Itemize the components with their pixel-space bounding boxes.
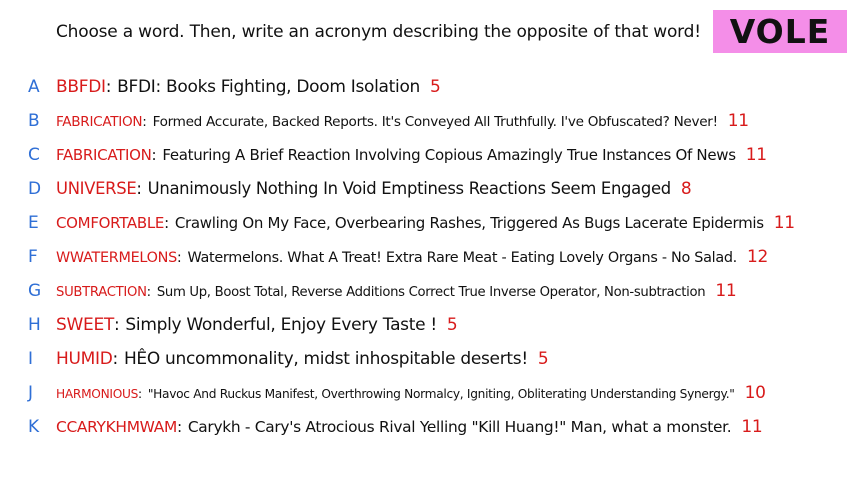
- entry-letter: K: [28, 417, 40, 437]
- entry-acronym: Carykh - Cary's Atrocious Rival Yelling …: [187, 418, 732, 436]
- entry-letter: I: [28, 349, 34, 369]
- entry-score: 8: [680, 179, 692, 199]
- entry-content: UNIVERSE: Unanimously Nothing In Void Emp…: [56, 179, 692, 199]
- entry-letter: D: [28, 179, 42, 199]
- entry-letter: J: [28, 383, 34, 403]
- entry-colon: :: [151, 146, 157, 164]
- entry-e: E COMFORTABLE: Crawling On My Face, Overb…: [0, 206, 853, 240]
- entry-content: FABRICATION: Formed Accurate, Backed Repo…: [56, 111, 749, 131]
- entry-word: CCARYKHMWAM: [56, 418, 177, 436]
- entry-letter: A: [28, 77, 40, 97]
- entry-acronym: "Havoc And Ruckus Manifest, Overthrowing…: [147, 387, 735, 401]
- entry-letter: E: [28, 213, 39, 233]
- entry-d: D UNIVERSE: Unanimously Nothing In Void E…: [0, 172, 853, 206]
- entry-acronym: Simply Wonderful, Enjoy Every Taste !: [125, 315, 437, 335]
- prompt-text: Choose a word. Then, write an acronym de…: [56, 22, 701, 42]
- entry-acronym: Featuring A Brief Reaction Involving Cop…: [162, 146, 736, 164]
- entry-content: HARMONIOUS: "Havoc And Ruckus Manifest, O…: [56, 383, 766, 403]
- entry-letter: G: [28, 281, 42, 301]
- entry-word: BBFDI: [56, 77, 106, 97]
- entry-score: 12: [746, 247, 768, 267]
- entry-b: B FABRICATION: Formed Accurate, Backed Re…: [0, 104, 853, 138]
- entry-colon: :: [176, 250, 182, 266]
- entry-letter: C: [28, 145, 40, 165]
- entry-score: 10: [744, 383, 766, 403]
- entry-content: BBFDI: BFDI: Books Fighting, Doom Isolati…: [56, 77, 441, 97]
- entry-content: CCARYKHMWAM: Carykh - Cary's Atrocious Ri…: [56, 417, 763, 437]
- entry-acronym: Formed Accurate, Backed Reports. It's Co…: [152, 114, 718, 130]
- entry-score: 5: [430, 77, 441, 97]
- entry-acronym: Watermelons. What A Treat! Extra Rare Me…: [187, 250, 737, 266]
- entry-word: FABRICATION: [56, 114, 143, 130]
- entry-score: 11: [715, 281, 737, 301]
- entry-word: WWATERMELONS: [56, 250, 177, 266]
- entry-f: F WWATERMELONS: Watermelons. What A Treat…: [0, 240, 853, 274]
- entry-content: FABRICATION: Featuring A Brief Reaction I…: [56, 145, 767, 165]
- entry-j: J HARMONIOUS: "Havoc And Ruckus Manifest,…: [0, 376, 853, 410]
- entry-score: 11: [773, 213, 795, 233]
- entry-word: SUBTRACTION: [56, 285, 147, 300]
- entry-score: 5: [446, 315, 458, 335]
- entry-acronym: BFDI: Books Fighting, Doom Isolation: [117, 77, 421, 97]
- entry-colon: :: [112, 349, 119, 369]
- entry-h: H SWEET: Simply Wonderful, Enjoy Every Ta…: [0, 308, 853, 342]
- entry-c: C FABRICATION: Featuring A Brief Reaction…: [0, 138, 853, 172]
- entry-colon: :: [113, 315, 120, 335]
- entry-colon: :: [105, 77, 112, 97]
- entry-k: K CCARYKHMWAM: Carykh - Cary's Atrocious …: [0, 410, 853, 444]
- entry-word: HUMID: [56, 349, 113, 369]
- entry-i: I HUMID: HÊO uncommonality, midst inhospi…: [0, 342, 853, 376]
- entry-word: HARMONIOUS: [56, 387, 139, 401]
- entry-letter: B: [28, 111, 40, 131]
- entry-score: 5: [537, 349, 549, 369]
- entry-word: FABRICATION: [56, 146, 152, 164]
- entry-colon: :: [138, 387, 142, 401]
- entry-colon: :: [142, 114, 147, 130]
- entry-a: A BBFDI: BFDI: Books Fighting, Doom Isola…: [0, 70, 853, 104]
- entry-acronym: Unanimously Nothing In Void Emptiness Re…: [147, 179, 672, 198]
- entry-colon: :: [164, 214, 169, 232]
- entry-acronym: Sum Up, Boost Total, Reverse Additions C…: [156, 285, 706, 300]
- entry-letter: F: [28, 247, 38, 267]
- entry-colon: :: [146, 285, 151, 300]
- entry-content: SUBTRACTION: Sum Up, Boost Total, Reverse…: [56, 281, 737, 301]
- entry-content: SWEET: Simply Wonderful, Enjoy Every Tast…: [56, 315, 458, 335]
- entry-score: 11: [741, 417, 763, 437]
- entry-letter: H: [28, 315, 41, 335]
- entry-g: G SUBTRACTION: Sum Up, Boost Total, Rever…: [0, 274, 853, 308]
- entry-content: HUMID: HÊO uncommonality, midst inhospita…: [56, 349, 549, 369]
- entry-score: 11: [727, 111, 749, 131]
- entry-word: UNIVERSE: [56, 179, 137, 198]
- entry-word: SWEET: [56, 315, 114, 335]
- chosen-word-box: VOLE: [713, 10, 847, 53]
- entry-score: 11: [745, 145, 767, 165]
- entry-word: COMFORTABLE: [56, 214, 165, 232]
- entry-colon: :: [176, 418, 182, 436]
- entry-colon: :: [136, 179, 142, 198]
- entry-content: WWATERMELONS: Watermelons. What A Treat! …: [56, 247, 768, 267]
- entry-content: COMFORTABLE: Crawling On My Face, Overbea…: [56, 213, 795, 233]
- entry-acronym: HÊO uncommonality, midst inhospitable de…: [123, 349, 528, 369]
- entry-acronym: Crawling On My Face, Overbearing Rashes,…: [174, 214, 764, 232]
